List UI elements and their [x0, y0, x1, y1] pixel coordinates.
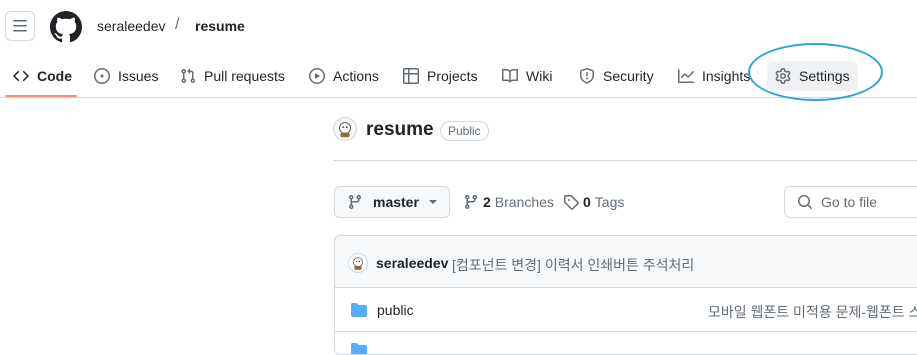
file-commit-message[interactable]: 모바일 웹폰트 미적용 문제-웹폰트 스	[708, 302, 917, 322]
settings-annotation-circle	[748, 43, 883, 101]
github-logo-icon[interactable]	[50, 11, 82, 43]
tab-security-label: Security	[603, 68, 654, 84]
tab-actions[interactable]: Actions	[301, 61, 387, 91]
tab-issues[interactable]: Issues	[86, 61, 166, 91]
tab-security[interactable]: Security	[571, 61, 662, 91]
latest-commit-row: seraleedev [컴포넌트 변경] 이력서 인쇄버튼 주석처리	[335, 236, 917, 288]
owner-avatar[interactable]	[333, 117, 357, 141]
branch-select-button[interactable]: master	[334, 186, 450, 218]
repo-name-link[interactable]: resume	[195, 18, 245, 34]
avatar-image	[353, 257, 363, 270]
tab-insights[interactable]: Insights	[670, 61, 758, 91]
caret-down-icon	[429, 200, 437, 204]
breadcrumb-separator: /	[175, 16, 180, 33]
branches-link[interactable]: 2 Branches	[463, 194, 554, 210]
tab-projects[interactable]: Projects	[395, 61, 486, 91]
table-icon	[403, 68, 419, 84]
tab-actions-label: Actions	[333, 68, 379, 84]
folder-icon	[351, 303, 367, 317]
branches-label: Branches	[494, 194, 554, 210]
tab-code[interactable]: Code	[5, 61, 80, 91]
tab-pull-requests[interactable]: Pull requests	[172, 61, 293, 91]
book-icon	[502, 68, 518, 83]
git-branch-icon	[464, 195, 477, 210]
branches-count: 2	[483, 194, 491, 210]
branch-name: master	[373, 194, 419, 210]
tags-count: 0	[583, 194, 591, 210]
tab-code-label: Code	[37, 68, 72, 84]
menu-button[interactable]	[5, 11, 35, 41]
title-divider	[333, 160, 917, 161]
hamburger-icon	[13, 20, 27, 32]
commit-author[interactable]: seraleedev	[376, 255, 448, 271]
tab-wiki-label: Wiki	[526, 68, 553, 84]
tag-icon	[564, 195, 579, 210]
repo-title[interactable]: resume	[366, 119, 434, 141]
file-row[interactable]: public 모바일 웹폰트 미적용 문제-웹폰트 스	[335, 288, 917, 332]
issue-opened-icon	[94, 68, 110, 84]
search-icon	[798, 195, 813, 210]
visibility-badge: Public	[440, 121, 489, 141]
tags-label: Tags	[594, 194, 625, 210]
go-to-file-input[interactable]: Go to file	[784, 186, 917, 218]
tags-link[interactable]: 0 Tags	[563, 194, 624, 210]
go-to-file-placeholder: Go to file	[821, 194, 878, 210]
tab-pull-requests-label: Pull requests	[204, 68, 285, 84]
avatar-image	[339, 122, 351, 138]
commit-author-avatar[interactable]	[348, 253, 368, 273]
tab-issues-label: Issues	[118, 68, 159, 84]
repo-owner-link[interactable]: seraleedev	[97, 18, 166, 34]
graph-icon	[678, 69, 694, 83]
play-icon	[309, 68, 325, 84]
file-name[interactable]: public	[377, 302, 414, 318]
global-header: seraleedev / resume	[0, 0, 917, 54]
tab-projects-label: Projects	[427, 68, 478, 84]
selected-tab-indicator	[5, 95, 77, 97]
tab-wiki[interactable]: Wiki	[494, 61, 560, 91]
code-icon	[13, 70, 29, 82]
git-branch-icon	[348, 195, 361, 210]
tab-insights-label: Insights	[702, 68, 751, 84]
commit-message[interactable]: [컴포넌트 변경] 이력서 인쇄버튼 주석처리	[452, 255, 694, 275]
git-pull-request-icon	[181, 68, 196, 84]
shield-icon	[580, 68, 594, 84]
file-browser: seraleedev [컴포넌트 변경] 이력서 인쇄버튼 주석처리 publi…	[334, 235, 917, 355]
